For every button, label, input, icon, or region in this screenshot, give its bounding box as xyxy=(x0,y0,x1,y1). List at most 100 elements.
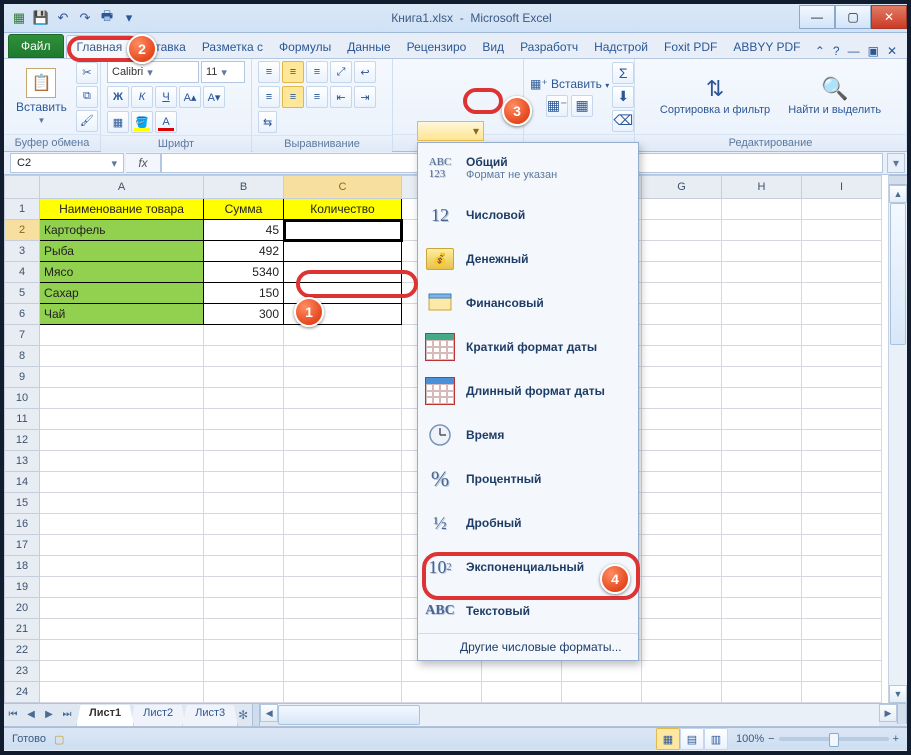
tab-addins[interactable]: Надстрой xyxy=(586,36,656,58)
row-header[interactable]: 11 xyxy=(5,409,40,430)
cell[interactable] xyxy=(722,661,802,682)
cell[interactable] xyxy=(204,661,284,682)
cell[interactable] xyxy=(284,661,402,682)
delete-cells-icon[interactable]: ▦⁻ xyxy=(546,95,568,117)
format-currency[interactable]: 💰 Денежный xyxy=(418,237,638,281)
cell[interactable] xyxy=(402,682,482,703)
cell[interactable] xyxy=(722,430,802,451)
cell[interactable]: Сумма xyxy=(204,199,284,220)
cell[interactable] xyxy=(802,346,882,367)
row-header[interactable]: 5 xyxy=(5,283,40,304)
cell[interactable] xyxy=(40,409,204,430)
row-header[interactable]: 22 xyxy=(5,640,40,661)
cell[interactable] xyxy=(802,598,882,619)
cell[interactable] xyxy=(40,325,204,346)
zoom-slider-thumb[interactable] xyxy=(829,733,839,747)
insert-cells-button[interactable]: Вставить xyxy=(551,77,602,91)
cell[interactable] xyxy=(802,493,882,514)
cell[interactable] xyxy=(802,199,882,220)
cell[interactable] xyxy=(204,346,284,367)
cell[interactable] xyxy=(284,577,402,598)
sort-filter-button[interactable]: ⇅ Сортировка и фильтр xyxy=(654,74,776,118)
cell[interactable] xyxy=(642,388,722,409)
cell[interactable] xyxy=(802,388,882,409)
cell[interactable] xyxy=(482,682,562,703)
cell[interactable] xyxy=(642,556,722,577)
cell[interactable] xyxy=(284,325,402,346)
format-painter-icon[interactable]: 🖌 xyxy=(76,110,98,132)
cell[interactable] xyxy=(204,619,284,640)
column-header[interactable]: C xyxy=(284,176,402,199)
cell[interactable] xyxy=(802,451,882,472)
align-right-icon[interactable]: ≡ xyxy=(306,86,328,108)
save-icon[interactable]: 💾 xyxy=(32,9,50,27)
tab-page-layout[interactable]: Разметка с xyxy=(194,36,271,58)
cell[interactable]: 492 xyxy=(204,241,284,262)
cell[interactable] xyxy=(642,409,722,430)
tab-scroll-splitter[interactable] xyxy=(252,704,260,726)
cell[interactable] xyxy=(204,514,284,535)
row-header[interactable]: 24 xyxy=(5,682,40,703)
cell[interactable]: 5340 xyxy=(204,262,284,283)
cell[interactable]: Количество xyxy=(284,199,402,220)
cell[interactable]: 45 xyxy=(204,220,284,241)
cell[interactable] xyxy=(802,619,882,640)
cell[interactable]: Чай xyxy=(40,304,204,325)
cell[interactable] xyxy=(562,661,642,682)
row-header[interactable]: 8 xyxy=(5,346,40,367)
orientation-icon[interactable]: ⤢ xyxy=(330,61,352,83)
zoom-in-icon[interactable]: + xyxy=(893,733,899,745)
cell[interactable] xyxy=(40,640,204,661)
page-break-view-icon[interactable]: ▥ xyxy=(704,728,728,750)
cell[interactable] xyxy=(40,493,204,514)
wrap-text-icon[interactable]: ↩ xyxy=(354,61,376,83)
cell[interactable] xyxy=(802,472,882,493)
cell[interactable] xyxy=(40,388,204,409)
column-header[interactable]: I xyxy=(802,176,882,199)
cell[interactable] xyxy=(284,262,402,283)
close-button[interactable]: ✕ xyxy=(871,5,907,29)
cell[interactable] xyxy=(642,346,722,367)
cell[interactable] xyxy=(642,199,722,220)
column-header[interactable]: A xyxy=(40,176,204,199)
cell[interactable] xyxy=(642,430,722,451)
cell[interactable] xyxy=(40,682,204,703)
cell[interactable] xyxy=(40,367,204,388)
format-time[interactable]: Время xyxy=(418,413,638,457)
cell[interactable] xyxy=(722,325,802,346)
cell[interactable] xyxy=(284,409,402,430)
autosum-icon[interactable]: Σ xyxy=(612,62,634,84)
cell[interactable] xyxy=(642,493,722,514)
cell[interactable] xyxy=(802,556,882,577)
cell[interactable] xyxy=(284,640,402,661)
cell[interactable] xyxy=(722,367,802,388)
cell[interactable] xyxy=(204,493,284,514)
scroll-left-icon[interactable]: ◀ xyxy=(260,704,278,722)
format-percentage[interactable]: % Процентный xyxy=(418,457,638,501)
row-header[interactable]: 16 xyxy=(5,514,40,535)
column-header[interactable]: H xyxy=(722,176,802,199)
cell[interactable] xyxy=(284,220,402,241)
tab-view[interactable]: Вид xyxy=(474,36,512,58)
cell[interactable] xyxy=(642,472,722,493)
vertical-scrollbar[interactable]: ▲ ▼ xyxy=(888,175,907,703)
undo-icon[interactable]: ↶ xyxy=(54,9,72,27)
row-header[interactable]: 15 xyxy=(5,493,40,514)
cell[interactable] xyxy=(722,598,802,619)
cell[interactable] xyxy=(284,241,402,262)
row-header[interactable]: 18 xyxy=(5,556,40,577)
zoom-out-icon[interactable]: − xyxy=(768,733,774,745)
column-header[interactable]: B xyxy=(204,176,284,199)
cell[interactable] xyxy=(722,619,802,640)
row-header[interactable]: 17 xyxy=(5,535,40,556)
zoom-slider[interactable] xyxy=(779,737,889,741)
cell[interactable] xyxy=(722,493,802,514)
doc-close-icon[interactable]: ✕ xyxy=(887,44,897,58)
format-fraction[interactable]: ½ Дробный xyxy=(418,501,638,545)
cell[interactable] xyxy=(722,451,802,472)
last-sheet-icon[interactable]: ⏭ xyxy=(58,704,76,724)
cell[interactable] xyxy=(40,451,204,472)
vscroll-thumb[interactable] xyxy=(890,203,906,345)
cell[interactable] xyxy=(40,577,204,598)
cell[interactable] xyxy=(204,367,284,388)
